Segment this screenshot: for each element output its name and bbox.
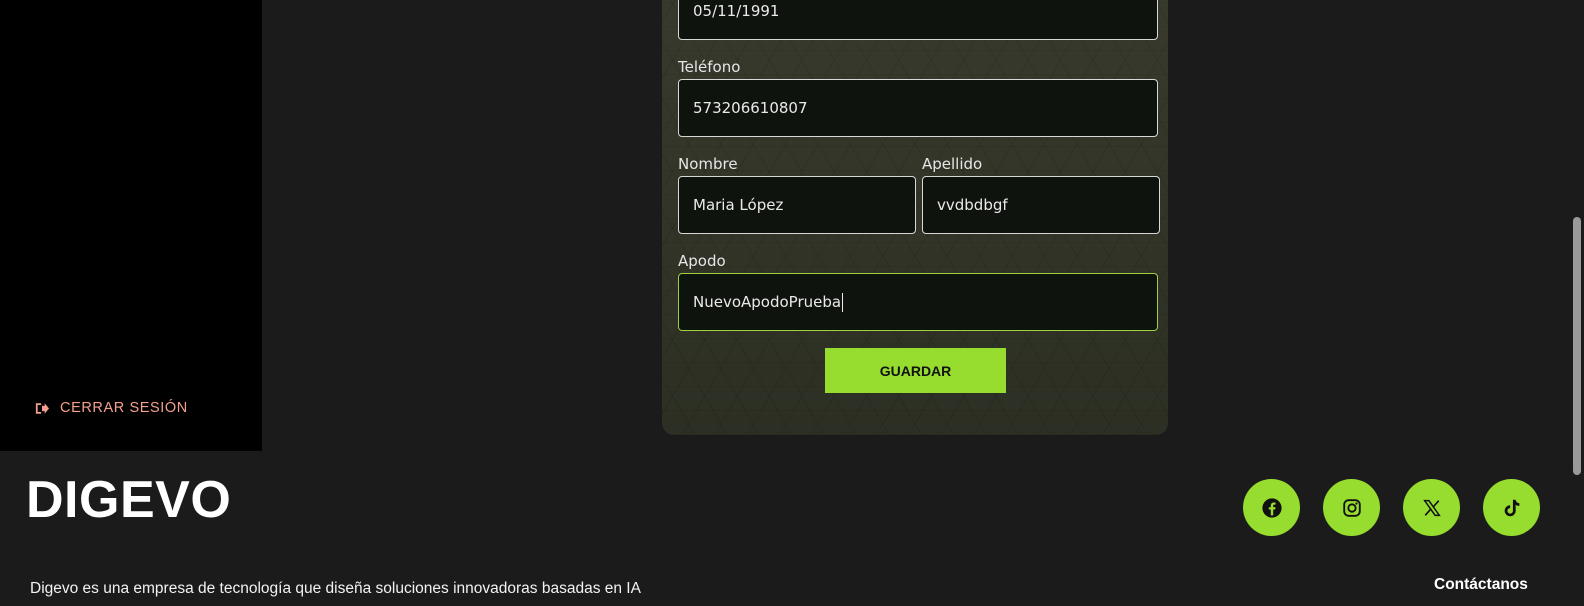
logout-button[interactable]: CERRAR SESIÓN: [35, 400, 188, 416]
facebook-icon: [1261, 497, 1282, 518]
birthdate-value: 05/11/1991: [693, 2, 780, 20]
first-name-field[interactable]: Maria López: [678, 176, 916, 234]
tiktok-link[interactable]: [1483, 479, 1540, 536]
scrollbar-thumb[interactable]: [1573, 217, 1581, 475]
x-link[interactable]: [1403, 479, 1460, 536]
profile-form-card: 05/11/1991 Teléfono 573206610807 Nombre …: [662, 0, 1168, 435]
last-name-label: Apellido: [922, 155, 983, 173]
phone-field[interactable]: 573206610807: [678, 79, 1158, 137]
nickname-field[interactable]: NuevoApodoPrueba: [678, 273, 1158, 331]
save-button[interactable]: GUARDAR: [825, 348, 1006, 393]
sidebar: CERRAR SESIÓN: [0, 0, 262, 451]
birthdate-field[interactable]: 05/11/1991: [678, 0, 1158, 40]
sign-out-icon: [35, 402, 49, 414]
first-name-label: Nombre: [678, 155, 738, 173]
nickname-label: Apodo: [678, 252, 726, 270]
text-caret: [842, 292, 844, 312]
page: CERRAR SESIÓN 05/11/1991 Teléfono 573206…: [0, 0, 1584, 606]
contact-heading[interactable]: Contáctanos: [1434, 576, 1528, 594]
footer-brand-logo: DIGEVO: [26, 471, 232, 529]
last-name-value: vvdbdbgf: [937, 196, 1008, 214]
facebook-link[interactable]: [1243, 479, 1300, 536]
x-icon: [1422, 499, 1441, 516]
nickname-value: NuevoApodoPrueba: [693, 293, 842, 311]
phone-value: 573206610807: [693, 99, 808, 117]
instagram-icon: [1342, 498, 1361, 517]
last-name-field[interactable]: vvdbdbgf: [922, 176, 1160, 234]
first-name-value: Maria López: [693, 196, 784, 214]
tiktok-icon: [1504, 499, 1519, 516]
logout-label: CERRAR SESIÓN: [60, 400, 188, 416]
phone-label: Teléfono: [678, 58, 741, 76]
instagram-link[interactable]: [1323, 479, 1380, 536]
company-description: Digevo es una empresa de tecnología que …: [30, 580, 641, 597]
